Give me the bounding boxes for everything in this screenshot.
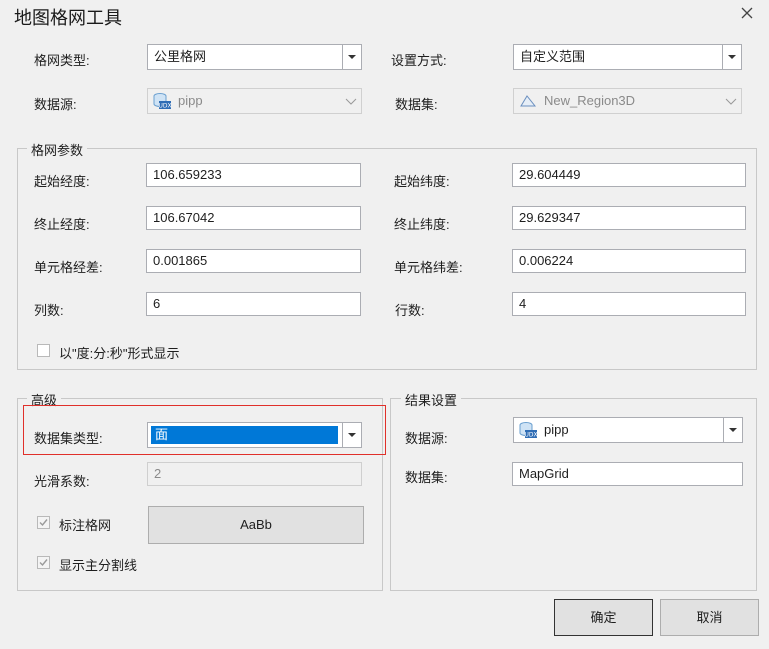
- dataset-label: 数据集:: [395, 97, 438, 112]
- cell-lon-label: 单元格经差:: [34, 260, 103, 275]
- ok-button[interactable]: 确定: [554, 599, 653, 636]
- end-lon-label: 终止经度:: [34, 217, 90, 232]
- svg-text:UDX: UDX: [158, 103, 171, 110]
- setting-method-combo[interactable]: 自定义范围: [513, 44, 742, 70]
- dropdown-arrow-icon[interactable]: [342, 45, 361, 69]
- major-lines-checkbox[interactable]: [37, 556, 50, 569]
- cancel-button[interactable]: 取消: [660, 599, 759, 636]
- datasource-label: 数据源:: [34, 97, 77, 112]
- smooth-input[interactable]: 2: [147, 462, 362, 486]
- dataset-value: New_Region3D: [544, 93, 636, 108]
- dropdown-arrow-icon[interactable]: [722, 45, 741, 69]
- cols-label: 列数:: [34, 303, 64, 318]
- end-lat-label: 终止纬度:: [394, 217, 450, 232]
- end-lat-input[interactable]: 29.629347: [512, 206, 746, 230]
- selection-highlight: [151, 426, 338, 444]
- cell-lon-input[interactable]: 0.001865: [146, 249, 361, 273]
- cell-lat-input[interactable]: 0.006224: [512, 249, 746, 273]
- annotate-checkbox[interactable]: [37, 516, 50, 529]
- result-dataset-label: 数据集:: [405, 470, 448, 485]
- dropdown-arrow-icon[interactable]: [723, 418, 742, 442]
- dms-checkbox[interactable]: [37, 344, 50, 357]
- grid-params-title: 格网参数: [27, 140, 88, 159]
- result-datasource-label: 数据源:: [405, 431, 448, 446]
- major-lines-label: 显示主分割线: [59, 558, 138, 573]
- dialog-title: 地图格网工具: [14, 8, 122, 28]
- udb-datasource-icon: UDX: [518, 421, 538, 439]
- start-lat-input[interactable]: 29.604449: [512, 163, 746, 187]
- start-lon-input[interactable]: 106.659233: [146, 163, 361, 187]
- grid-type-value: 公里格网: [154, 49, 207, 64]
- cell-lat-label: 单元格纬差:: [394, 260, 463, 275]
- result-dataset-input[interactable]: MapGrid: [512, 462, 743, 486]
- dropdown-arrow-icon[interactable]: [342, 423, 361, 447]
- setting-method-value: 自定义范围: [520, 49, 586, 64]
- dataset-type-label: 数据集类型:: [34, 431, 103, 446]
- udb-datasource-icon: UDX: [152, 92, 172, 110]
- result-title: 结果设置: [401, 390, 462, 409]
- grid-type-label: 格网类型:: [34, 53, 90, 68]
- annotate-label: 标注格网: [59, 518, 112, 533]
- smooth-label: 光滑系数:: [34, 474, 90, 489]
- result-datasource-value: pipp: [544, 422, 569, 437]
- setting-method-label: 设置方式:: [391, 53, 447, 68]
- start-lon-label: 起始经度:: [34, 174, 90, 189]
- end-lon-input[interactable]: 106.67042: [146, 206, 361, 230]
- chevron-down-icon: [725, 95, 737, 107]
- dataset-combo[interactable]: New_Region3D: [513, 88, 742, 114]
- datasource-combo[interactable]: UDX pipp: [147, 88, 362, 114]
- dms-label: 以"度:分:秒"形式显示: [59, 346, 180, 361]
- result-datasource-combo[interactable]: UDX pipp: [513, 417, 743, 443]
- grid-type-combo[interactable]: 公里格网: [147, 44, 362, 70]
- region3d-icon: [518, 92, 538, 110]
- datasource-value: pipp: [178, 93, 203, 108]
- rows-label: 行数:: [395, 303, 425, 318]
- font-preview-button[interactable]: AaBb: [148, 506, 364, 544]
- close-icon[interactable]: [738, 4, 756, 22]
- cols-input[interactable]: 6: [146, 292, 361, 316]
- rows-input[interactable]: 4: [512, 292, 746, 316]
- dataset-type-combo[interactable]: 面: [147, 422, 362, 448]
- start-lat-label: 起始纬度:: [394, 174, 450, 189]
- dataset-type-value: 面: [155, 427, 169, 442]
- svg-text:UDX: UDX: [524, 432, 537, 439]
- chevron-down-icon: [345, 95, 357, 107]
